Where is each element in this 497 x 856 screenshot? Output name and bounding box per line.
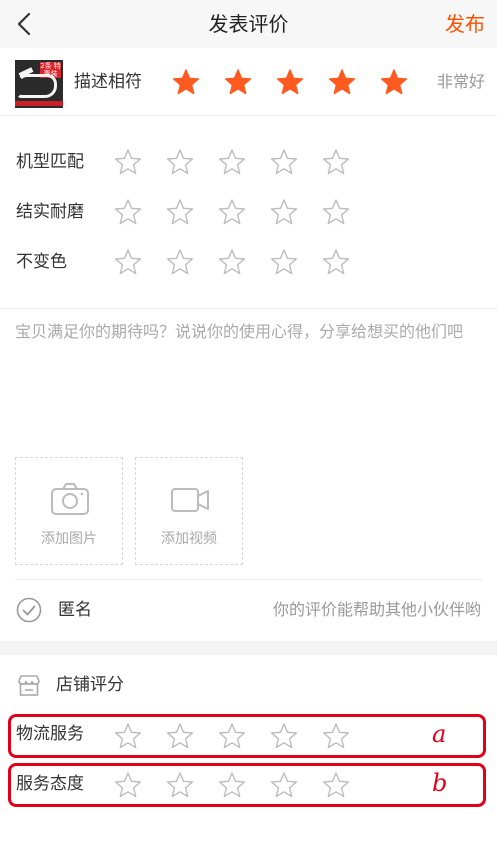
publish-button[interactable]: 发布: [445, 0, 485, 48]
add-photo-button[interactable]: 添加图片: [15, 457, 123, 565]
divider: [0, 308, 497, 309]
description-star-4[interactable]: [328, 68, 356, 96]
store-star-1[interactable]: [114, 771, 142, 799]
store-star-3[interactable]: [218, 722, 246, 750]
store-star-5[interactable]: [322, 771, 350, 799]
description-star-2[interactable]: [224, 68, 252, 96]
aspect-star-1[interactable]: [114, 198, 142, 226]
description-match-label: 描述相符: [74, 72, 142, 92]
store-star-3[interactable]: [218, 771, 246, 799]
aspect-star-5[interactable]: [322, 248, 350, 276]
aspect-star-3[interactable]: [218, 248, 246, 276]
store-icon: [18, 675, 40, 696]
description-star-5[interactable]: [380, 68, 408, 96]
store-rating-header: 店铺评分: [0, 660, 497, 710]
aspect-label: 结实耐磨: [16, 202, 84, 222]
aspect-star-4[interactable]: [270, 198, 298, 226]
page-title: 发表评价: [208, 12, 289, 36]
rating-text: 非常好: [436, 72, 485, 91]
section-separator: [0, 641, 497, 655]
annotation-box-b: [8, 763, 486, 807]
store-star-5[interactable]: [322, 722, 350, 750]
description-star-3[interactable]: [276, 68, 304, 96]
aspect-label: 机型匹配: [16, 152, 84, 172]
video-camera-icon: [171, 488, 209, 512]
anonymous-hint: 你的评价能帮助其他小伙伴哟: [272, 600, 481, 619]
aspect-star-3[interactable]: [218, 148, 246, 176]
annotation-box-a: [8, 714, 486, 758]
aspect-star-1[interactable]: [114, 248, 142, 276]
store-star-2[interactable]: [166, 722, 194, 750]
anonymous-row: 匿名 你的评价能帮助其他小伙伴哟: [0, 580, 497, 640]
aspect-star-3[interactable]: [218, 198, 246, 226]
store-star-4[interactable]: [270, 771, 298, 799]
annotation-label-a: a: [432, 720, 447, 748]
camera-icon: [51, 483, 89, 515]
aspect-star-2[interactable]: [166, 248, 194, 276]
aspect-star-4[interactable]: [270, 248, 298, 276]
description-star-1[interactable]: [172, 68, 200, 96]
anonymous-label: 匿名: [58, 600, 92, 620]
anonymous-checkbox[interactable]: [16, 597, 42, 623]
annotation-label-b: b: [432, 769, 448, 797]
aspect-star-2[interactable]: [166, 148, 194, 176]
store-star-2[interactable]: [166, 771, 194, 799]
review-textarea[interactable]: [15, 318, 485, 438]
store-star-4[interactable]: [270, 722, 298, 750]
store-star-1[interactable]: [114, 722, 142, 750]
add-video-label: 添加视频: [161, 531, 217, 547]
product-thumbnail: 2条 特惠装: [15, 60, 63, 108]
aspect-star-1[interactable]: [114, 148, 142, 176]
aspect-star-5[interactable]: [322, 198, 350, 226]
aspect-star-5[interactable]: [322, 148, 350, 176]
aspect-label: 不变色: [16, 252, 67, 272]
add-video-button[interactable]: 添加视频: [135, 457, 243, 565]
store-rating-title: 店铺评分: [56, 675, 124, 695]
nav-bar: 发表评价 发布: [0, 0, 497, 48]
aspect-star-2[interactable]: [166, 198, 194, 226]
add-photo-label: 添加图片: [41, 531, 97, 547]
aspect-star-4[interactable]: [270, 148, 298, 176]
